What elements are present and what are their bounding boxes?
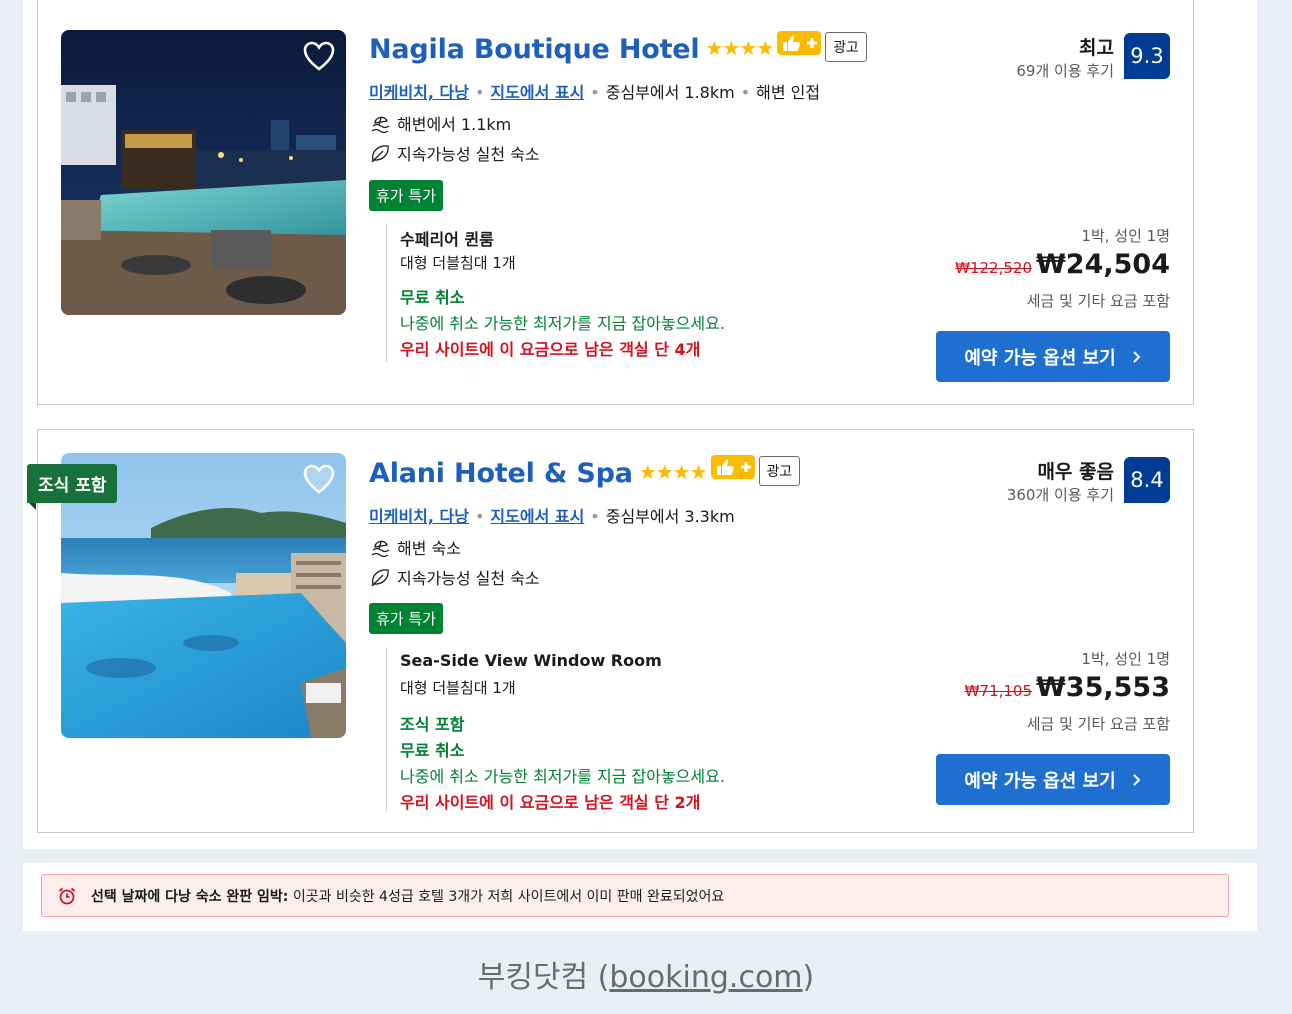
booking-link[interactable]: booking.com xyxy=(609,960,802,995)
leaf-icon xyxy=(371,145,389,163)
breakfast-ribbon: 조식 포함 xyxy=(27,464,118,503)
review-count[interactable]: 69개 이용 후기 xyxy=(1016,60,1114,81)
room-name: 수페리어 퀸룸 xyxy=(400,230,494,249)
original-price: ₩71,105 xyxy=(964,682,1033,700)
stay-summary: 1박, 성인 1명 xyxy=(1081,650,1170,668)
distance-text: 중심부에서 3.3km xyxy=(605,507,735,526)
see-availability-button[interactable]: 예약 가능 옵션 보기 xyxy=(936,331,1170,382)
source-caption: 부킹닷컴 (booking.com) xyxy=(477,960,815,995)
original-price: ₩122,520 xyxy=(955,259,1033,277)
distance-text: 중심부에서 1.8km xyxy=(605,83,735,102)
thumbs-up-plus-icon xyxy=(710,455,755,479)
see-availability-button[interactable]: 예약 가능 옵션 보기 xyxy=(936,754,1170,805)
ad-badge: 광고 xyxy=(758,456,800,486)
beach-tag: 해변 인접 xyxy=(756,83,821,102)
room-info: Sea-Side View Window Room 대형 더블침대 1개 조식 … xyxy=(386,647,725,812)
hotel-name[interactable]: Nagila Boutique Hotel ★★★★ 광고 xyxy=(369,31,867,65)
tax-note: 세금 및 기타 요금 포함 xyxy=(1026,292,1170,310)
chevron-right-icon xyxy=(1132,773,1141,786)
price-row: ₩122,520 ₩24,504 xyxy=(955,249,1170,280)
hotel-photo[interactable] xyxy=(61,30,346,315)
review-score[interactable]: 8.4 xyxy=(1124,457,1170,503)
feature-beach: 해변 숙소 xyxy=(369,535,461,559)
beach-icon xyxy=(371,540,390,557)
review-score-word: 최고 xyxy=(1079,37,1114,59)
deal-badge: 휴가 특가 xyxy=(369,603,443,634)
heart-icon[interactable] xyxy=(302,463,336,497)
star-rating: ★★★★ xyxy=(705,36,774,60)
alert-title: 선택 날짜에 다낭 숙소 완판 임박: xyxy=(91,888,289,905)
room-info: 수페리어 퀸룸 대형 더블침대 1개 무료 취소 나중에 취소 가능한 최저가를… xyxy=(386,224,725,362)
location-link[interactable]: 미케비치, 다낭 xyxy=(369,507,469,526)
bed-type: 대형 더블침대 1개 xyxy=(400,254,516,272)
stay-summary: 1박, 성인 1명 xyxy=(1081,227,1170,245)
current-price: ₩24,504 xyxy=(1036,249,1170,280)
hotel-name[interactable]: Alani Hotel & Spa ★★★★ 광고 xyxy=(369,455,800,489)
cancellation-note: 나중에 취소 가능한 최저가를 지금 잡아놓으세요. xyxy=(400,314,725,333)
scarcity-message: 우리 사이트에 이 요금으로 남은 객실 단 4개 xyxy=(400,340,701,359)
feature-sustainable: 지속가능성 실천 숙소 xyxy=(369,565,540,589)
alert-text: 이곳과 비슷한 4성급 호텔 3개가 저희 사이트에서 이미 판매 완료되었어요 xyxy=(288,888,725,905)
review-score-word: 매우 좋음 xyxy=(1037,461,1114,483)
alert-panel: 선택 날짜에 다낭 숙소 완판 임박: 이곳과 비슷한 4성급 호텔 3개가 저… xyxy=(23,863,1257,931)
free-cancellation: 무료 취소 xyxy=(400,741,465,760)
review-score[interactable]: 9.3 xyxy=(1124,33,1170,79)
cancellation-note: 나중에 취소 가능한 최저가를 지금 잡아놓으세요. xyxy=(400,767,725,786)
alarm-clock-icon xyxy=(58,887,76,904)
feature-sustainable: 지속가능성 실천 숙소 xyxy=(369,141,540,165)
deal-badge: 휴가 특가 xyxy=(369,180,443,211)
chevron-right-icon xyxy=(1132,350,1141,363)
location-line: 미케비치, 다낭 • 지도에서 표시 • 중심부에서 1.8km • 해변 인접 xyxy=(369,83,821,102)
review-count[interactable]: 360개 이용 후기 xyxy=(1007,484,1114,505)
beach-icon xyxy=(371,116,390,133)
location-link[interactable]: 미케비치, 다낭 xyxy=(369,83,469,102)
heart-icon[interactable] xyxy=(302,40,336,74)
property-card[interactable]: Alani Hotel & Spa ★★★★ 광고 미케비치, 다낭 • 지도에서 표시… xyxy=(37,429,1194,833)
ad-badge: 광고 xyxy=(825,32,867,62)
free-cancellation: 무료 취소 xyxy=(400,288,465,307)
show-on-map-link[interactable]: 지도에서 표시 xyxy=(490,83,584,102)
thumbs-up-plus-icon xyxy=(777,31,822,55)
tax-note: 세금 및 기타 요금 포함 xyxy=(1026,715,1170,733)
property-card[interactable]: Nagila Boutique Hotel ★★★★ 광고 미케비치, 다낭 • 지도에… xyxy=(37,0,1194,405)
current-price: ₩35,553 xyxy=(1036,672,1170,703)
breakfast-included: 조식 포함 xyxy=(400,715,465,734)
star-rating: ★★★★ xyxy=(638,460,708,484)
price-row: ₩71,105 ₩35,553 xyxy=(965,672,1170,703)
feature-beach: 해변에서 1.1km xyxy=(369,111,511,135)
location-line: 미케비치, 다낭 • 지도에서 표시 • 중심부에서 3.3km xyxy=(369,507,735,526)
leaf-icon xyxy=(371,569,389,587)
show-on-map-link[interactable]: 지도에서 표시 xyxy=(490,507,584,526)
scarcity-message: 우리 사이트에 이 요금으로 남은 객실 단 2개 xyxy=(400,793,701,812)
room-name: Sea-Side View Window Room xyxy=(400,651,662,670)
bed-type: 대형 더블침대 1개 xyxy=(400,679,516,697)
sellout-alert: 선택 날짜에 다낭 숙소 완판 임박: 이곳과 비슷한 4성급 호텔 3개가 저… xyxy=(41,874,1229,917)
